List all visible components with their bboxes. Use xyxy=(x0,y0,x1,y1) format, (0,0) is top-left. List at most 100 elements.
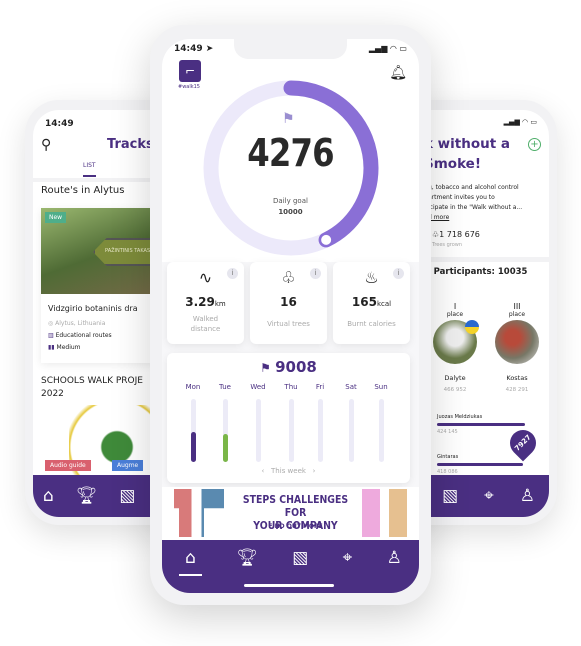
difficulty-text: Medium xyxy=(56,344,81,351)
banner-cta[interactable]: FIND OUT MORE xyxy=(222,523,369,530)
day-label: Mon xyxy=(185,383,201,391)
tag-audio-guide: Audio guide xyxy=(45,460,91,471)
category-text: Educational routes xyxy=(55,332,112,339)
place-number: I xyxy=(453,302,457,311)
info-icon[interactable]: i xyxy=(393,268,404,279)
rank-bar xyxy=(437,463,523,466)
participants-count: f Participants: 10035 xyxy=(427,267,528,277)
home-indicator xyxy=(244,584,334,587)
week-nav: ‹ This week › xyxy=(167,467,410,475)
time-text: 14:49 xyxy=(174,44,203,54)
desc-line: icipate in the "Walk without a... xyxy=(428,204,523,211)
day-bar-fill xyxy=(223,434,228,462)
route-location: ◎ Alytus, Lithuania xyxy=(48,320,105,327)
prev-week-button[interactable]: ‹ xyxy=(262,467,265,475)
desc-line: g, tobacco and alcohol control xyxy=(428,184,519,191)
avatar[interactable] xyxy=(495,320,539,364)
map-icon[interactable]: ⌖ xyxy=(484,486,494,506)
legs-illustration-left xyxy=(174,489,224,537)
profile-icon[interactable]: ♙ xyxy=(387,548,402,568)
avatar[interactable] xyxy=(433,320,479,364)
step-count: 4276 xyxy=(247,131,334,175)
participant-score: 466 952 xyxy=(443,387,467,393)
day-bar-track xyxy=(256,399,261,462)
stat-card-calories[interactable]: i ♨ 165kcal Burnt calories xyxy=(333,262,410,344)
day-bar-track xyxy=(191,399,196,462)
trophy-icon[interactable]: 🏆︎ xyxy=(236,548,258,568)
goal-label: Daily goal xyxy=(273,197,308,205)
search-icon[interactable]: ⚲ xyxy=(41,137,51,153)
main-screen: 14:49 ➤ ▂▄▆ ◠ ▭ ⌐ #walk15 🔔︎ ⚑ 4276 Dail… xyxy=(162,39,419,593)
trees-value: 1 718 676 xyxy=(439,230,480,239)
tag-augmented: Augme xyxy=(112,460,144,471)
section2-line2: 2022 xyxy=(41,389,64,399)
participant-score: 428 291 xyxy=(505,387,529,393)
read-more-link[interactable]: d more xyxy=(428,213,522,223)
join-button[interactable]: + xyxy=(528,138,541,151)
home-icon[interactable]: ⌂ xyxy=(179,548,202,576)
value-text: 165 xyxy=(351,295,377,309)
page-title: Tracks xyxy=(107,137,154,152)
unit-text: kcal xyxy=(376,300,392,308)
day-label: Fri xyxy=(315,383,325,391)
week-total: ⚑ 9008 xyxy=(167,358,410,376)
flag-icon: ⚑ xyxy=(282,111,295,127)
stat-value: 16 xyxy=(250,291,327,310)
rank-row: Gintaras 418 086 xyxy=(437,454,532,475)
value-text: 3.29 xyxy=(185,295,215,309)
location-text: Alytus, Lithuania xyxy=(55,320,106,327)
place-label: place xyxy=(508,311,526,318)
status-time: 14:49 xyxy=(45,119,74,129)
tab-list[interactable]: LIST xyxy=(83,162,96,177)
app-logo[interactable]: ⌐ xyxy=(179,60,201,82)
info-icon[interactable]: i xyxy=(227,268,238,279)
logo-tag: #walk15 xyxy=(178,84,200,90)
day-bar-fill xyxy=(191,431,196,462)
status-icons: ▂▄▆ ◠ ▭ xyxy=(368,44,407,53)
day-label: Sat xyxy=(345,383,357,391)
main-phone: 14:49 ➤ ▂▄▆ ◠ ▭ ⌐ #walk15 🔔︎ ⚑ 4276 Dail… xyxy=(150,25,431,605)
stat-label: Burnt calories xyxy=(347,320,396,328)
route-category: ▥ Educational routes xyxy=(48,332,112,339)
podium-third: III place Kostas 428 291 xyxy=(494,302,540,393)
day-label: Sun xyxy=(374,383,388,391)
home-icon[interactable]: ⌂ xyxy=(43,486,54,506)
coupon-icon[interactable]: ▧ xyxy=(119,486,135,506)
day-bar-track xyxy=(223,399,228,462)
coupon-icon[interactable]: ▧ xyxy=(292,548,308,568)
bell-icon[interactable]: 🔔︎ xyxy=(389,65,407,81)
week-label: This week xyxy=(271,467,306,475)
category-icon: ▥ xyxy=(48,332,56,339)
day-bar-track xyxy=(318,399,323,462)
stat-card-distance[interactable]: i ∿ 3.29km Walked distance xyxy=(167,262,244,344)
place-label: place xyxy=(446,311,464,318)
profile-icon[interactable]: ♙ xyxy=(520,486,535,506)
stat-card-trees[interactable]: i ♧ 16 Virtual trees xyxy=(250,262,327,344)
route-difficulty: ▮▮ Medium xyxy=(48,344,81,351)
stat-value: 3.29km xyxy=(167,291,244,310)
info-icon[interactable]: i xyxy=(310,268,321,279)
trophy-icon[interactable]: 🏆︎ xyxy=(76,486,98,506)
status-time: 14:49 ➤ xyxy=(174,44,214,54)
rank-bar xyxy=(437,423,525,426)
map-icon[interactable]: ⌖ xyxy=(343,548,353,568)
new-badge: New xyxy=(45,212,67,223)
participant-name: Kostas xyxy=(506,374,528,382)
challenge-description: g, tobacco and alcohol control artment in… xyxy=(428,183,522,223)
coupon-icon[interactable]: ▧ xyxy=(442,486,458,506)
next-week-button[interactable]: › xyxy=(313,467,316,475)
difficulty-icon: ▮▮ xyxy=(48,344,57,351)
day-label: Thu xyxy=(284,383,298,391)
day-label: Wed xyxy=(250,383,266,391)
trees-count: ♧1 718 676 xyxy=(432,230,480,239)
title-line2: Smoke! xyxy=(424,156,481,172)
legs-illustration-right xyxy=(362,489,407,537)
stat-label: Virtual trees xyxy=(267,320,310,328)
week-total-value: 9008 xyxy=(275,358,317,376)
weekly-card: ⚑ 9008 Mon Tue Wed Thu Fri Sat Sun ‹ This week… xyxy=(167,353,410,483)
goal-value: 10000 xyxy=(278,208,303,216)
unit-text: km xyxy=(214,300,226,308)
day-bar-track xyxy=(349,399,354,462)
promo-banner[interactable]: STEPS CHALLENGES FOR YOUR COMPANY FIND OU… xyxy=(162,487,419,540)
rank-name: Juozas Meldziukas xyxy=(437,414,483,420)
